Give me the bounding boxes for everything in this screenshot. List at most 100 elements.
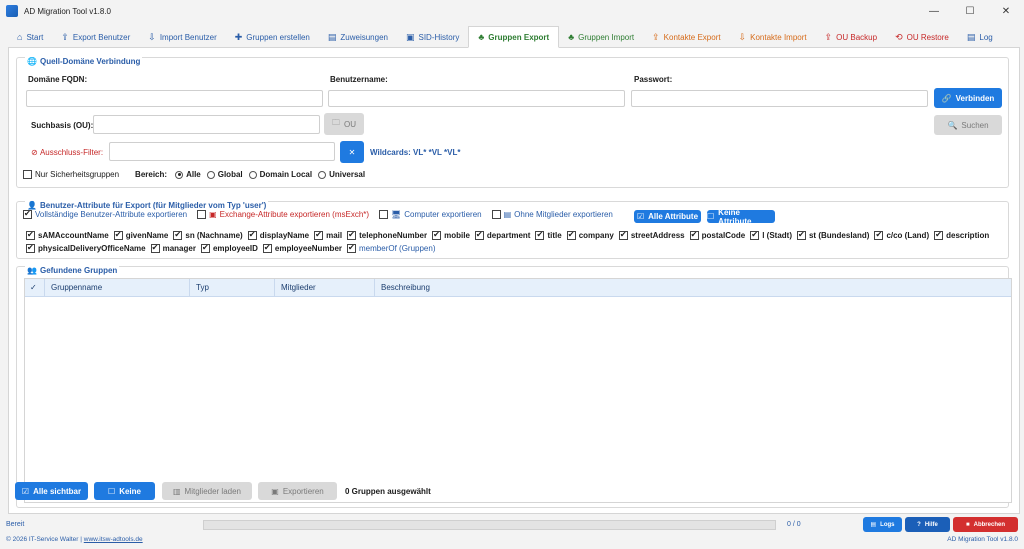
attr-checkbox[interactable]: postalCode (689, 230, 745, 240)
checkbox[interactable] (26, 230, 35, 240)
attr-checkbox[interactable]: manager (150, 243, 196, 253)
attr-checkbox[interactable]: company (566, 230, 614, 240)
select-none-button[interactable]: ☐ Keine (94, 482, 155, 500)
tab-gruppen-export[interactable]: ♣ Gruppen Export (468, 26, 560, 48)
checkbox[interactable] (113, 230, 123, 240)
checkbox[interactable] (26, 243, 35, 253)
checkbox[interactable] (474, 230, 484, 240)
checkbox[interactable] (23, 209, 32, 219)
tab-zuweisungen[interactable]: ▤ Zuweisungen (319, 27, 397, 47)
checkbox[interactable] (934, 230, 944, 240)
select-all-visible-button[interactable]: ☑ Alle sichtbar (15, 482, 88, 500)
full-export-checkbox[interactable]: Vollständige Benutzer-Attribute exportie… (23, 209, 187, 219)
clear-filter-button[interactable]: ✕ (340, 141, 364, 163)
checkbox[interactable] (347, 230, 357, 240)
ou-button[interactable]: 🗀 OU (324, 113, 364, 135)
scope-all-radio[interactable]: Alle (175, 170, 201, 179)
load-members-button[interactable]: ▥ Mitglieder laden (162, 482, 252, 500)
tab-gruppen-erstellen[interactable]: ✚ Gruppen erstellen (226, 27, 319, 47)
username-input[interactable] (328, 90, 625, 107)
radio[interactable] (206, 170, 215, 179)
tab-log[interactable]: ▤ Log (958, 27, 1002, 47)
radio[interactable] (248, 170, 257, 179)
radio[interactable] (175, 170, 184, 179)
tab-export-benutzer[interactable]: ⇪ Export Benutzer (52, 27, 139, 47)
exclude-filter-input[interactable] (109, 142, 335, 161)
checkbox[interactable] (314, 230, 324, 240)
attr-checkbox[interactable]: c/co (Land) (874, 230, 929, 240)
attr-checkbox[interactable]: memberOf (Gruppen) (347, 243, 435, 253)
tab-ou-restore[interactable]: ⟲ OU Restore (886, 27, 958, 47)
scope-universal-radio[interactable]: Universal (318, 170, 365, 179)
tab-sid-history[interactable]: ▣ SID-History (397, 27, 468, 47)
attr-checkbox[interactable]: department (474, 230, 530, 240)
column-header-type[interactable]: Typ (190, 278, 275, 297)
tab-import-benutzer[interactable]: ⇩ Import Benutzer (139, 27, 225, 47)
attr-checkbox[interactable]: l (Stadt) (750, 230, 792, 240)
maximize-button[interactable]: ☐ (952, 0, 988, 22)
connect-button[interactable]: 🔗 Verbinden (934, 88, 1002, 108)
help-button[interactable]: ? Hilfe (905, 517, 950, 532)
checkbox[interactable] (173, 230, 183, 240)
attr-checkbox[interactable]: displayName (247, 230, 309, 240)
checkbox[interactable] (796, 230, 806, 240)
checkbox[interactable] (689, 230, 699, 240)
column-header-description[interactable]: Beschreibung (375, 279, 1011, 297)
column-header-name[interactable]: Gruppenname (45, 278, 190, 297)
checkbox[interactable] (200, 243, 210, 253)
tab-ou-backup[interactable]: ⇪ OU Backup (816, 27, 886, 47)
column-header-members[interactable]: Mitglieder (275, 278, 375, 297)
radio[interactable] (318, 170, 327, 179)
attr-checkbox[interactable]: mobile (432, 230, 470, 240)
attr-checkbox[interactable]: employeeNumber (262, 243, 342, 253)
checkbox[interactable] (535, 230, 545, 240)
attr-checkbox[interactable]: telephoneNumber (347, 230, 427, 240)
attr-checkbox[interactable]: streetAddress (618, 230, 685, 240)
attr-checkbox[interactable]: st (Bundesland) (796, 230, 869, 240)
attr-checkbox[interactable]: mail (314, 230, 342, 240)
website-link[interactable]: www.itsw-adtools.de (84, 536, 143, 543)
no-attributes-button[interactable]: ☐ Keine Attribute (707, 208, 775, 226)
close-button[interactable]: ✕ (988, 0, 1024, 22)
cancel-button[interactable]: ■ Abbrechen (953, 517, 1018, 532)
checkbox[interactable] (566, 230, 576, 240)
export-button[interactable]: ▣ Exportieren (258, 482, 337, 500)
groups-table[interactable]: ✓ Gruppenname Typ Mitglieder Beschreibun… (24, 278, 1012, 503)
exchange-export-checkbox[interactable]: ▣ Exchange-Attribute exportieren (msExch*… (197, 210, 369, 219)
logs-button[interactable]: ▤ Logs (863, 517, 902, 532)
column-header-check[interactable]: ✓ (25, 278, 45, 297)
checkbox[interactable] (150, 243, 160, 253)
checkbox[interactable] (262, 243, 272, 253)
checkbox[interactable] (432, 230, 442, 240)
password-input[interactable] (631, 90, 928, 107)
attr-checkbox[interactable]: sn (Nachname) (173, 230, 243, 240)
checkbox[interactable] (247, 230, 257, 240)
attr-checkbox[interactable]: employeeID (200, 243, 258, 253)
scope-global-radio[interactable]: Global (206, 170, 243, 179)
minimize-button[interactable]: — (916, 0, 952, 22)
attr-checkbox[interactable]: givenName (113, 230, 168, 240)
tab-kontakte-import[interactable]: ⇩ Kontakte Import (730, 27, 816, 47)
checkbox[interactable] (197, 210, 207, 219)
attr-checkbox[interactable]: description (934, 230, 989, 240)
searchbase-input[interactable] (93, 115, 320, 134)
search-button[interactable]: 🔍 Suchen (934, 115, 1002, 135)
tab-start[interactable]: ⌂ Start (8, 27, 52, 47)
checkbox[interactable] (347, 243, 357, 253)
without-members-checkbox[interactable]: ▤ Ohne Mitglieder exportieren (491, 210, 613, 219)
checkbox[interactable] (23, 170, 32, 179)
all-attributes-button[interactable]: ☑ Alle Attribute (634, 210, 701, 223)
tab-kontakte-export[interactable]: ⇪ Kontakte Export (643, 27, 729, 47)
checkbox[interactable] (491, 210, 501, 219)
checkbox[interactable] (874, 230, 884, 240)
checkbox[interactable] (618, 230, 628, 240)
scope-domainlocal-radio[interactable]: Domain Local (248, 170, 312, 179)
attr-checkbox[interactable]: sAMAccountName (26, 230, 109, 240)
tab-gruppen-import[interactable]: ♣ Gruppen Import (559, 27, 643, 47)
attr-checkbox[interactable]: physicalDeliveryOfficeName (26, 243, 146, 253)
checkbox[interactable] (750, 230, 760, 240)
checkbox[interactable] (379, 210, 389, 219)
attr-checkbox[interactable]: title (535, 230, 562, 240)
computer-export-checkbox[interactable]: 🖥 Computer exportieren (379, 210, 482, 219)
only-security-checkbox[interactable]: Nur Sicherheitsgruppen (23, 170, 119, 179)
